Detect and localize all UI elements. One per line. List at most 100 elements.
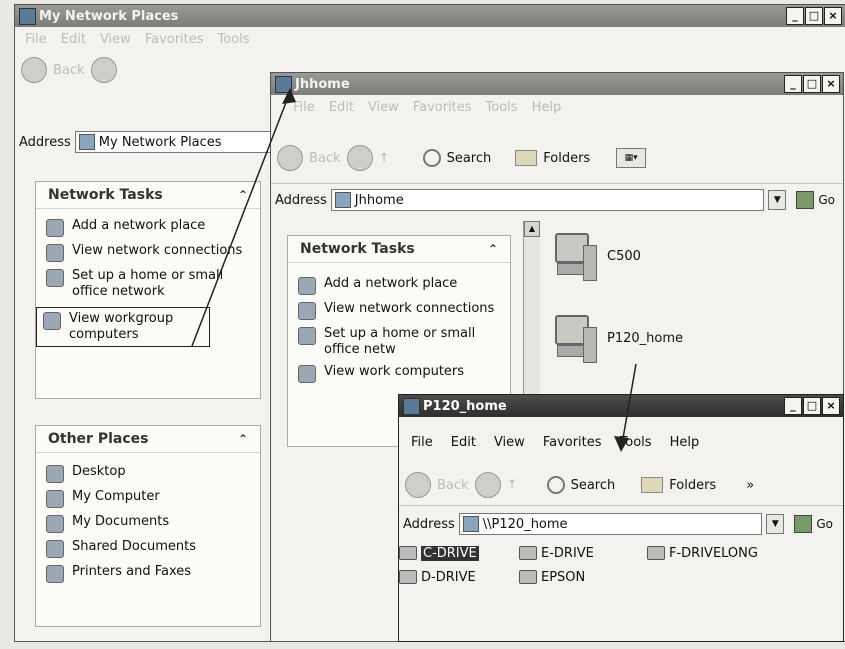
folders-button[interactable]: Folders [669, 478, 716, 493]
task-setup-home-network[interactable]: Set up a home or small office netw [288, 323, 510, 361]
menu-view[interactable]: View [368, 100, 399, 115]
setup-network-icon [46, 269, 64, 287]
maximize-button[interactable]: □ [803, 397, 821, 415]
place-my-documents[interactable]: My Documents [36, 511, 260, 536]
panel-title: Other Places [48, 431, 149, 447]
address-value: Jhhome [354, 192, 404, 208]
p120-home-titlebar[interactable]: P120_home _ □ × [399, 395, 843, 417]
task-setup-home-network[interactable]: Set up a home or small office network [36, 265, 260, 303]
menu-tools[interactable]: Tools [486, 100, 518, 115]
address-dropdown-chevron-icon[interactable]: ▼ [768, 190, 787, 210]
menu-edit[interactable]: Edit [329, 100, 354, 115]
task-view-network-connections[interactable]: View network connections [288, 298, 510, 323]
computer-icon [46, 490, 64, 508]
minimize-button[interactable]: _ [786, 7, 804, 25]
other-places-panel: Other Places ⌃ Desktop My Computer My Do… [35, 425, 261, 627]
back-button[interactable]: Back [309, 151, 341, 166]
menu-favorites[interactable]: Favorites [145, 32, 204, 47]
printer-item-epson[interactable]: EPSON [519, 567, 585, 587]
menu-file[interactable]: File [293, 100, 315, 115]
scroll-up-icon[interactable]: ▲ [524, 221, 540, 237]
my-network-places-titlebar[interactable]: My Network Places _ □ × [15, 5, 845, 27]
menu-file[interactable]: File [411, 435, 433, 450]
collapse-chevron-icon[interactable]: ⌃ [238, 432, 248, 446]
close-button[interactable]: × [822, 75, 840, 93]
menu-view[interactable]: View [100, 32, 131, 47]
search-button[interactable]: Search [571, 478, 616, 493]
task-add-network-place[interactable]: Add a network place [288, 273, 510, 298]
close-button[interactable]: × [822, 397, 840, 415]
address-input[interactable]: My Network Places [74, 131, 274, 153]
desktop-icon [46, 465, 64, 483]
up-folder-icon[interactable]: ↑ [379, 151, 393, 166]
place-label: Desktop [72, 464, 126, 479]
menu-file[interactable]: File [25, 32, 47, 47]
network-places-icon [78, 134, 95, 150]
forward-arrow-icon[interactable] [474, 472, 501, 498]
more-chevron-icon[interactable]: » [746, 478, 754, 493]
computer-item-c500[interactable]: C500 [553, 231, 641, 281]
task-view-workgroup-computers[interactable]: View work computers [288, 361, 510, 386]
task-label: View workgroup computers [69, 311, 174, 342]
menu-favorites[interactable]: Favorites [543, 435, 602, 450]
drive-item-c[interactable]: C-DRIVE [399, 543, 479, 563]
network-tasks-header[interactable]: Network Tasks ⌃ [36, 182, 260, 209]
minimize-button[interactable]: _ [784, 397, 802, 415]
workgroup-icon [334, 192, 351, 208]
menu-tools[interactable]: Tools [218, 32, 250, 47]
go-button[interactable]: Go [790, 191, 841, 209]
printer-label: EPSON [541, 569, 586, 585]
menu-help[interactable]: Help [670, 435, 700, 450]
menu-help[interactable]: Help [532, 100, 562, 115]
search-icon [546, 476, 565, 494]
maximize-button[interactable]: □ [803, 75, 821, 93]
shared-folder-icon [46, 540, 64, 558]
back-arrow-icon[interactable] [405, 472, 431, 498]
close-button[interactable]: × [824, 7, 842, 25]
forward-arrow-icon[interactable] [90, 57, 117, 83]
maximize-button[interactable]: □ [805, 7, 823, 25]
minimize-button[interactable]: _ [784, 75, 802, 93]
collapse-chevron-icon[interactable]: ⌃ [238, 188, 248, 202]
menu-tools[interactable]: Tools [620, 435, 652, 450]
computer-label: P120_home [607, 330, 684, 346]
other-places-header[interactable]: Other Places ⌃ [36, 426, 260, 453]
drive-item-e[interactable]: E-DRIVE [519, 543, 594, 563]
task-view-network-connections[interactable]: View network connections [36, 240, 260, 265]
collapse-chevron-icon[interactable]: ⌃ [488, 242, 498, 256]
folders-button[interactable]: Folders [543, 151, 590, 166]
task-add-network-place[interactable]: Add a network place [36, 215, 260, 240]
address-input[interactable]: Jhhome [330, 189, 765, 211]
address-input[interactable]: \\P120_home [458, 513, 763, 535]
back-button[interactable]: Back [53, 63, 85, 78]
drive-item-d[interactable]: D-DRIVE [399, 567, 476, 587]
place-shared-documents[interactable]: Shared Documents [36, 536, 260, 561]
place-my-computer[interactable]: My Computer [36, 486, 260, 511]
place-printers-faxes[interactable]: Printers and Faxes [36, 561, 260, 586]
network-places-icon [19, 8, 36, 25]
back-button[interactable]: Back [437, 478, 469, 493]
menu-view[interactable]: View [494, 435, 525, 450]
menu-edit[interactable]: Edit [451, 435, 476, 450]
place-desktop[interactable]: Desktop [36, 461, 260, 486]
workgroup-icon [298, 365, 316, 383]
drive-item-f[interactable]: F-DRIVELONG [647, 543, 758, 563]
workgroup-icon [275, 76, 292, 93]
menu-edit[interactable]: Edit [61, 32, 86, 47]
computer-item-p120-home[interactable]: P120_home [553, 313, 683, 363]
menu-favorites[interactable]: Favorites [413, 100, 472, 115]
up-folder-icon[interactable]: ↑ [507, 478, 521, 493]
place-label: My Documents [72, 514, 170, 529]
search-button[interactable]: Search [447, 151, 492, 166]
views-button[interactable]: ▦▾ [616, 148, 647, 168]
network-tasks-header[interactable]: Network Tasks ⌃ [288, 236, 510, 263]
go-arrow-icon [796, 191, 815, 209]
jhhome-titlebar[interactable]: Jhhome _ □ × [271, 73, 843, 95]
task-view-workgroup-computers[interactable]: View workgroup computers [36, 307, 210, 347]
place-label: Printers and Faxes [72, 564, 192, 579]
forward-arrow-icon[interactable] [346, 145, 373, 171]
back-arrow-icon[interactable] [277, 145, 303, 171]
address-dropdown-chevron-icon[interactable]: ▼ [766, 514, 785, 534]
go-button[interactable]: Go [788, 515, 839, 533]
back-arrow-icon[interactable] [21, 57, 47, 83]
